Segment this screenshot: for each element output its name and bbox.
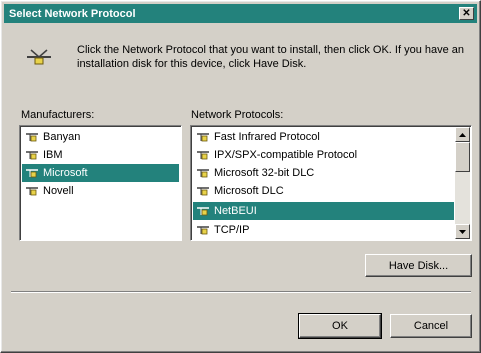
protocol-item-netbeui[interactable]: NetBEUI	[193, 202, 454, 220]
manufacturer-item-microsoft[interactable]: Microsoft	[22, 164, 179, 182]
instructions-text: Click the Network Protocol that you want…	[77, 44, 465, 70]
network-protocol-icon	[197, 226, 209, 235]
list-item-label: IBM	[43, 149, 63, 161]
protocols-scrollbar[interactable]	[455, 127, 470, 239]
list-item-label: Microsoft DLC	[214, 185, 284, 197]
list-item-label: Microsoft	[43, 167, 88, 179]
list-item-label: IPX/SPX-compatible Protocol	[214, 149, 358, 161]
network-protocols-listbox[interactable]: Fast Infrared Protocol IPX/SPX-compatibl…	[190, 125, 472, 241]
protocol-item-ipx-spx[interactable]: IPX/SPX-compatible Protocol	[193, 146, 454, 164]
select-network-protocol-dialog: Select Network Protocol ✕ Click the Netw…	[0, 0, 481, 353]
network-protocol-icon	[26, 133, 38, 142]
protocol-item-ms-32bit-dlc[interactable]: Microsoft 32-bit DLC	[193, 164, 454, 182]
network-protocols-label: Network Protocols:	[191, 109, 284, 121]
scroll-thumb[interactable]	[455, 142, 470, 172]
cancel-button[interactable]: Cancel	[390, 314, 472, 338]
network-protocol-icon	[26, 187, 38, 196]
list-item-label: Microsoft 32-bit DLC	[214, 167, 315, 179]
network-protocol-icon	[197, 187, 209, 196]
list-item-label: Novell	[43, 185, 74, 197]
manufacturer-item-novell[interactable]: Novell	[22, 182, 179, 200]
have-disk-button[interactable]: Have Disk...	[365, 254, 472, 277]
list-item-label: TCP/IP	[214, 224, 250, 236]
manufacturers-label: Manufacturers:	[21, 109, 95, 121]
title-bar[interactable]: Select Network Protocol ✕	[4, 4, 477, 23]
network-protocol-icon	[197, 133, 209, 142]
list-item-label: Banyan	[43, 131, 81, 143]
list-item-label: Fast Infrared Protocol	[214, 131, 320, 143]
arrow-down-icon	[459, 229, 466, 234]
network-protocol-icon	[26, 169, 38, 178]
network-protocol-icon	[26, 151, 38, 160]
window-title: Select Network Protocol	[9, 7, 136, 20]
protocol-item-tcp-ip[interactable]: TCP/IP	[193, 221, 454, 239]
network-cable-icon	[27, 49, 51, 65]
close-button[interactable]: ✕	[459, 7, 474, 20]
arrow-up-icon	[459, 132, 466, 137]
scroll-down-button[interactable]	[455, 224, 470, 239]
scroll-up-button[interactable]	[455, 127, 470, 142]
network-protocol-icon	[197, 151, 209, 160]
manufacturers-listbox[interactable]: Banyan IBM Microsoft Novell	[19, 125, 182, 241]
network-protocol-icon	[197, 169, 209, 178]
list-item-label: NetBEUI	[214, 205, 257, 217]
network-protocol-icon	[197, 207, 209, 216]
protocol-item-fast-infrared[interactable]: Fast Infrared Protocol	[193, 128, 454, 146]
manufacturer-item-banyan[interactable]: Banyan	[22, 128, 179, 146]
protocol-item-ms-dlc[interactable]: Microsoft DLC	[193, 182, 454, 200]
separator	[11, 291, 471, 293]
manufacturer-item-ibm[interactable]: IBM	[22, 146, 179, 164]
ok-button[interactable]: OK	[298, 313, 382, 339]
